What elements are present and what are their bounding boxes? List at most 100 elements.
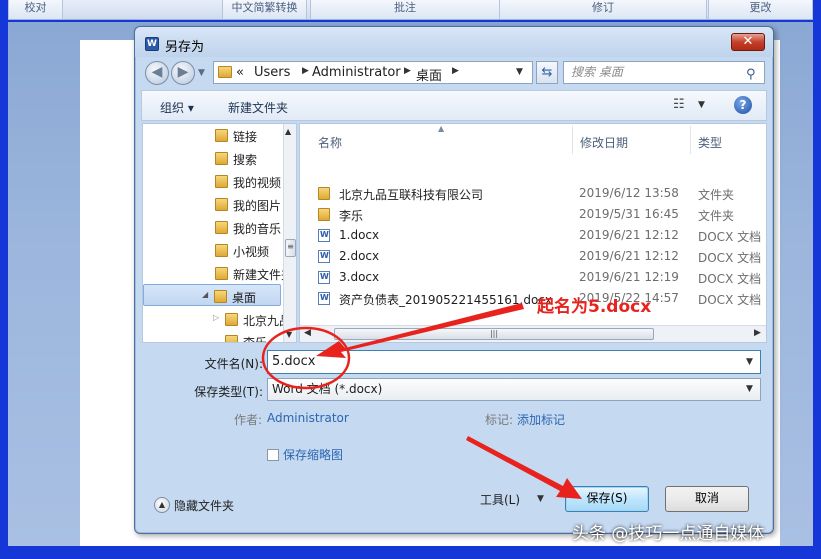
close-button[interactable]: ✕: [731, 33, 765, 51]
tags-label: 标记:: [485, 413, 514, 427]
filetype-select[interactable]: Word 文档 (*.docx) ▼: [267, 378, 761, 401]
chevron-right-icon[interactable]: ▶: [302, 66, 309, 76]
view-options-icon[interactable]: ☷: [673, 97, 685, 112]
file-date: 2019/6/21 12:12: [579, 249, 679, 263]
save-button[interactable]: 保存(S): [565, 486, 649, 512]
file-type: DOCX 文档: [698, 251, 762, 265]
file-row[interactable]: 北京九品互联科技有限公司 2019/6/12 13:58 文件夹: [306, 183, 766, 204]
navigation-pane[interactable]: 链接 搜索 我的视频 我的图片 我的音乐 小视频 新建文件夹 ◢ 桌面 ▷ 北京…: [142, 123, 297, 343]
file-list[interactable]: ▲ 名称 修改日期 类型 北京九品互联科技有限公司 2019/6/12 13:5…: [299, 123, 767, 343]
hide-folders-button[interactable]: 隐藏文件夹: [174, 497, 234, 514]
ribbon-group-changes[interactable]: 更改: [708, 0, 813, 19]
tools-button[interactable]: 工具(L): [480, 491, 520, 508]
nav-scrollbar[interactable]: ▲ ≡ ▼: [283, 124, 296, 342]
column-header-name[interactable]: 名称: [318, 134, 342, 151]
thumbnail-checkbox[interactable]: [267, 449, 279, 461]
dialog-titlebar: W 另存为 ✕: [135, 27, 773, 57]
author-value[interactable]: Administrator: [267, 411, 349, 425]
chevron-down-icon[interactable]: ▼: [698, 100, 705, 110]
nav-item-search[interactable]: 搜索: [143, 147, 281, 169]
ribbon-group-chinese-conversion[interactable]: 中文简繁转换: [222, 0, 307, 19]
address-bar[interactable]: « Users ▶ Administrator ▶ 桌面 ▶ ▼: [213, 61, 533, 84]
help-icon[interactable]: ?: [734, 96, 752, 114]
word-app-icon: W: [145, 37, 159, 51]
scrollbar-thumb[interactable]: |||: [334, 328, 654, 340]
chevron-down-icon[interactable]: ▼: [516, 67, 523, 77]
scroll-down-icon[interactable]: ▼: [286, 330, 292, 339]
file-name: 李乐: [339, 209, 364, 223]
breadcrumb-users[interactable]: Users: [254, 65, 290, 80]
word-document-icon: [318, 229, 330, 242]
folder-icon: [215, 152, 228, 165]
folder-icon: [318, 187, 330, 200]
chevron-right-icon[interactable]: ▶: [404, 66, 411, 76]
nav-item-desktop[interactable]: ◢ 桌面: [143, 284, 281, 306]
nav-item-my-music[interactable]: 我的音乐: [143, 216, 281, 238]
file-type: 文件夹: [698, 188, 735, 202]
nav-item-my-videos[interactable]: 我的视频: [143, 170, 281, 192]
refresh-button[interactable]: ⇆: [536, 61, 558, 84]
breadcrumb-administrator[interactable]: Administrator: [312, 65, 401, 80]
search-input[interactable]: 搜索 桌面 ⚲: [563, 61, 765, 84]
column-header-modified[interactable]: 修改日期: [580, 134, 628, 151]
watermark: 头条 @技巧一点通自媒体: [572, 524, 765, 544]
scrollbar-thumb[interactable]: ≡: [285, 239, 296, 257]
file-date: 2019/6/21 12:12: [579, 228, 679, 242]
forward-button[interactable]: ▶: [171, 61, 195, 85]
add-tags-link[interactable]: 添加标记: [517, 411, 565, 428]
nav-item-my-pictures[interactable]: 我的图片: [143, 193, 281, 215]
organize-button[interactable]: 组织 ▾: [160, 99, 194, 116]
scroll-right-icon[interactable]: ▶: [754, 328, 761, 338]
column-divider[interactable]: [690, 126, 691, 154]
column-divider[interactable]: [572, 126, 573, 154]
thumbnail-label[interactable]: 保存缩略图: [283, 446, 343, 463]
address-overflow[interactable]: «: [236, 65, 244, 80]
chevron-down-icon[interactable]: ▼: [537, 494, 544, 504]
nav-item-company-folder[interactable]: ▷ 北京九品互联科技有限公司: [143, 308, 296, 330]
recent-locations-dropdown[interactable]: ▼: [198, 65, 210, 81]
word-document-icon: [318, 292, 330, 305]
chevron-down-icon[interactable]: ▼: [746, 379, 753, 400]
nav-item-new-folder[interactable]: 新建文件夹: [143, 262, 293, 284]
collapse-up-icon[interactable]: ▲: [154, 497, 170, 513]
back-button[interactable]: ◀: [145, 61, 169, 85]
expand-arrow-icon[interactable]: ▷: [213, 313, 219, 322]
nav-item-label: 小视频: [233, 245, 270, 259]
author-label: 作者:: [234, 413, 263, 427]
new-folder-button[interactable]: 新建文件夹: [228, 99, 288, 116]
file-row[interactable]: 资产负债表_201905221455161.docx 2019/5/22 14:…: [306, 288, 766, 309]
file-date: 2019/6/21 12:19: [579, 270, 679, 284]
folder-icon: [318, 208, 330, 221]
ribbon-group-proofing[interactable]: 校对: [8, 0, 63, 19]
nav-item-label: 李乐: [243, 336, 268, 343]
file-date: 2019/5/31 16:45: [579, 207, 679, 221]
annotation-text: 起名为5.docx: [537, 297, 652, 317]
nav-item-label: 我的视频: [233, 176, 282, 190]
column-header-type[interactable]: 类型: [698, 134, 722, 151]
ribbon-group-tracking[interactable]: 修订: [499, 0, 707, 19]
chevron-down-icon[interactable]: ▼: [746, 351, 753, 373]
horizontal-scrollbar[interactable]: ◀ ||| ▶: [300, 325, 766, 342]
filename-input[interactable]: 5.docx ▼: [267, 350, 761, 374]
breadcrumb-desktop[interactable]: 桌面: [416, 65, 442, 84]
search-icon[interactable]: ⚲: [746, 64, 756, 85]
sort-ascending-icon: ▲: [438, 124, 445, 133]
file-type: DOCX 文档: [698, 272, 762, 286]
file-row[interactable]: 李乐 2019/5/31 16:45 文件夹: [306, 204, 766, 225]
dialog-title: 另存为: [165, 40, 205, 55]
file-row[interactable]: 1.docx 2019/6/21 12:12 DOCX 文档: [306, 225, 766, 246]
filename-value: 5.docx: [272, 354, 316, 369]
scroll-left-icon[interactable]: ◀: [304, 328, 311, 338]
folder-icon: [225, 335, 238, 342]
chevron-right-icon[interactable]: ▶: [452, 66, 459, 76]
file-row[interactable]: 3.docx 2019/6/21 12:19 DOCX 文档: [306, 267, 766, 288]
ribbon-group-comments[interactable]: 批注: [310, 0, 500, 19]
file-row[interactable]: 2.docx 2019/6/21 12:12 DOCX 文档: [306, 246, 766, 267]
nav-item-short-videos[interactable]: 小视频: [143, 239, 281, 261]
nav-item-lile-folder[interactable]: 李乐: [143, 330, 281, 343]
nav-item-links[interactable]: 链接: [143, 124, 281, 146]
folder-icon: [215, 175, 228, 188]
cancel-button[interactable]: 取消: [665, 486, 749, 512]
expand-arrow-icon[interactable]: ◢: [202, 290, 208, 299]
scroll-up-icon[interactable]: ▲: [285, 127, 291, 136]
